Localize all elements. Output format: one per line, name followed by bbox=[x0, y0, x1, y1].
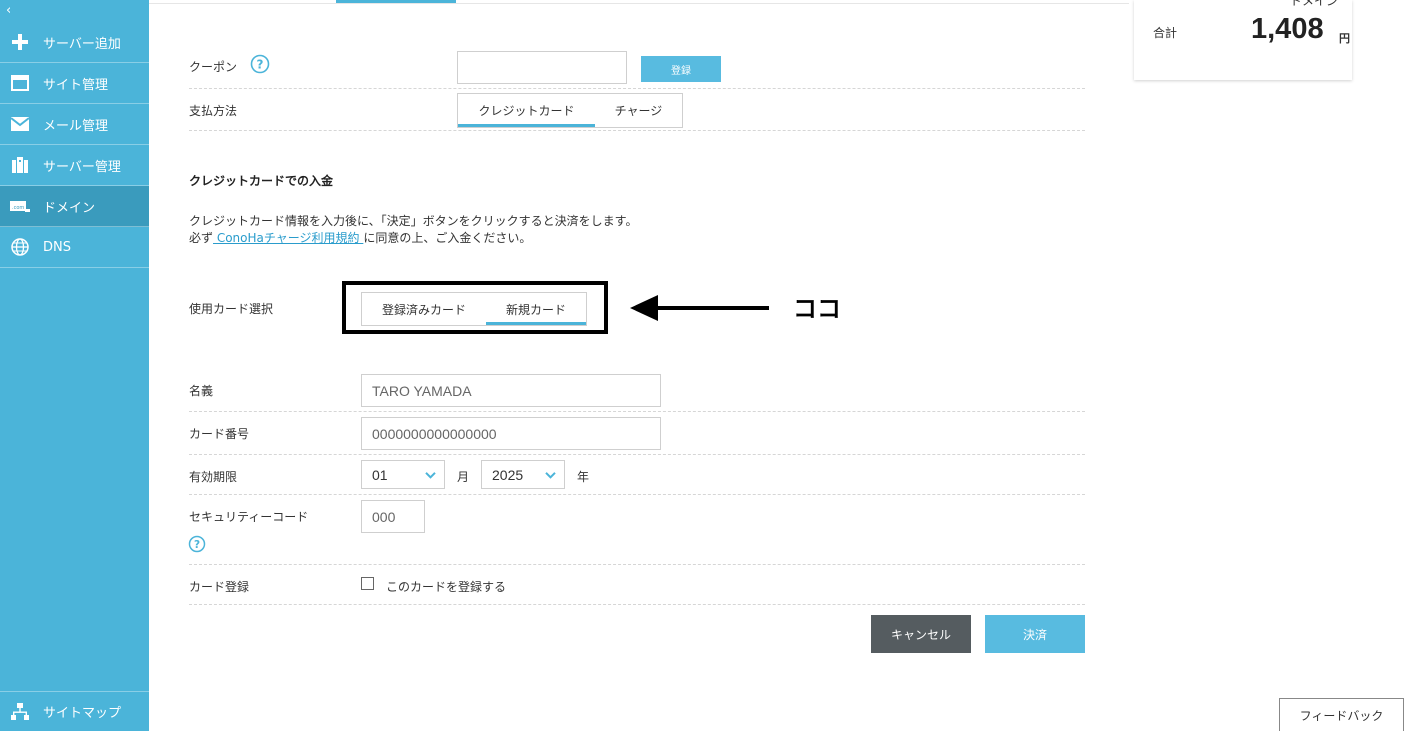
sidebar-item-server[interactable]: サーバー管理 bbox=[0, 145, 149, 186]
sidebar-item-dns[interactable]: DNS bbox=[0, 227, 149, 268]
row-divider bbox=[189, 564, 1085, 565]
sidebar-item-label: メール管理 bbox=[43, 118, 109, 134]
sidebar-collapse-button[interactable]: ‹ bbox=[6, 4, 11, 18]
coupon-register-button[interactable]: 登録 bbox=[641, 56, 721, 82]
sidebar-item-label: サーバー追加 bbox=[43, 36, 121, 52]
sidebar-item-domain[interactable]: .com ドメイン bbox=[0, 186, 149, 227]
cancel-button[interactable]: キャンセル bbox=[871, 615, 971, 653]
help-icon[interactable]: ? bbox=[250, 54, 270, 74]
annotation-text: ココ bbox=[793, 295, 841, 323]
sitemap-icon bbox=[10, 702, 30, 722]
total-amount: 1,408 bbox=[1251, 13, 1324, 45]
svg-text:.com: .com bbox=[12, 205, 24, 211]
server-icon bbox=[10, 155, 30, 175]
expiry-month-value: 01 bbox=[372, 466, 388, 483]
svg-text:?: ? bbox=[194, 539, 200, 551]
card-number-input[interactable]: 0000000000000000 bbox=[361, 417, 661, 450]
top-divider bbox=[149, 3, 1129, 4]
row-divider bbox=[189, 494, 1085, 495]
tab-credit-card[interactable]: クレジットカード bbox=[458, 94, 595, 127]
row-divider bbox=[189, 604, 1085, 605]
total-label: 合計 bbox=[1153, 26, 1178, 40]
help-icon[interactable]: ? bbox=[188, 535, 206, 553]
sidebar-item-server-add[interactable]: サーバー追加 bbox=[0, 22, 149, 63]
month-unit: 月 bbox=[457, 470, 470, 484]
payment-method-label: 支払方法 bbox=[189, 104, 238, 118]
row-divider bbox=[189, 88, 1085, 89]
sidebar-item-site[interactable]: サイト管理 bbox=[0, 63, 149, 104]
pay-button[interactable]: 決済 bbox=[985, 615, 1085, 653]
svg-text:?: ? bbox=[257, 58, 264, 72]
payment-method-tabs: クレジットカード チャージ bbox=[457, 93, 683, 128]
sidebar-item-mail[interactable]: メール管理 bbox=[0, 104, 149, 145]
row-divider bbox=[189, 454, 1085, 455]
terms-link[interactable]: ConoHaチャージ利用規約 bbox=[213, 231, 363, 245]
expiry-label: 有効期限 bbox=[189, 470, 238, 484]
sidebar-item-label: サイトマップ bbox=[43, 706, 122, 721]
card-select-label: 使用カード選択 bbox=[189, 302, 274, 316]
sidebar-item-label: DNS bbox=[43, 239, 71, 255]
card-register-checkbox-label[interactable]: このカードを登録する bbox=[386, 578, 506, 595]
coupon-label: クーポン bbox=[189, 60, 238, 74]
year-unit: 年 bbox=[577, 470, 590, 484]
globe-icon bbox=[10, 237, 30, 257]
description-suffix: に同意の上、ご入金ください。 bbox=[363, 231, 532, 245]
row-divider bbox=[189, 411, 1085, 412]
card-number-label: カード番号 bbox=[189, 427, 250, 441]
sidebar-item-label: ドメイン bbox=[43, 200, 96, 216]
sidebar-item-sitemap[interactable]: サイトマップ bbox=[0, 691, 149, 731]
active-top-tab-indicator bbox=[336, 0, 456, 3]
chevron-down-icon bbox=[545, 471, 556, 479]
domain-icon: .com bbox=[10, 196, 30, 216]
summary-item-name: ドメイン bbox=[1290, 0, 1339, 8]
tab-charge[interactable]: チャージ bbox=[595, 94, 682, 127]
section-heading: クレジットカードでの入金 bbox=[189, 174, 334, 188]
plus-icon bbox=[10, 32, 30, 52]
chevron-down-icon bbox=[425, 471, 436, 479]
expiry-year-value: 2025 bbox=[492, 466, 524, 483]
card-register-checkbox[interactable] bbox=[361, 577, 374, 590]
name-label: 名義 bbox=[189, 384, 214, 398]
description-line2: 必ず ConoHaチャージ利用規約 に同意の上、ご入金ください。 bbox=[189, 230, 531, 247]
annotation-highlight-box bbox=[342, 281, 608, 334]
feedback-button[interactable]: フィードバック bbox=[1279, 698, 1404, 731]
description-line1: クレジットカード情報を入力後に、「決定」ボタンをクリックすると決済をします。 bbox=[189, 214, 638, 228]
expiry-month-select[interactable]: 01 bbox=[361, 460, 445, 489]
sidebar: ‹ サーバー追加 サイト管理 メール管理 サーバー管理 .com ドメイン DN… bbox=[0, 0, 149, 731]
name-input[interactable]: TARO YAMADA bbox=[361, 374, 661, 407]
sidebar-item-label: サイト管理 bbox=[43, 77, 109, 93]
window-icon bbox=[10, 73, 30, 93]
card-register-label: カード登録 bbox=[189, 580, 250, 594]
security-code-input[interactable]: 000 bbox=[361, 500, 425, 533]
sidebar-item-label: サーバー管理 bbox=[43, 159, 121, 175]
row-divider bbox=[189, 130, 1085, 131]
description-prefix: 必ず bbox=[189, 231, 214, 245]
annotation-arrow-icon bbox=[630, 295, 769, 321]
mail-icon bbox=[10, 114, 30, 134]
currency-unit: 円 bbox=[1339, 32, 1350, 45]
expiry-year-select[interactable]: 2025 bbox=[481, 460, 565, 489]
coupon-input[interactable] bbox=[457, 51, 627, 84]
security-code-label: セキュリティーコード bbox=[189, 510, 309, 524]
